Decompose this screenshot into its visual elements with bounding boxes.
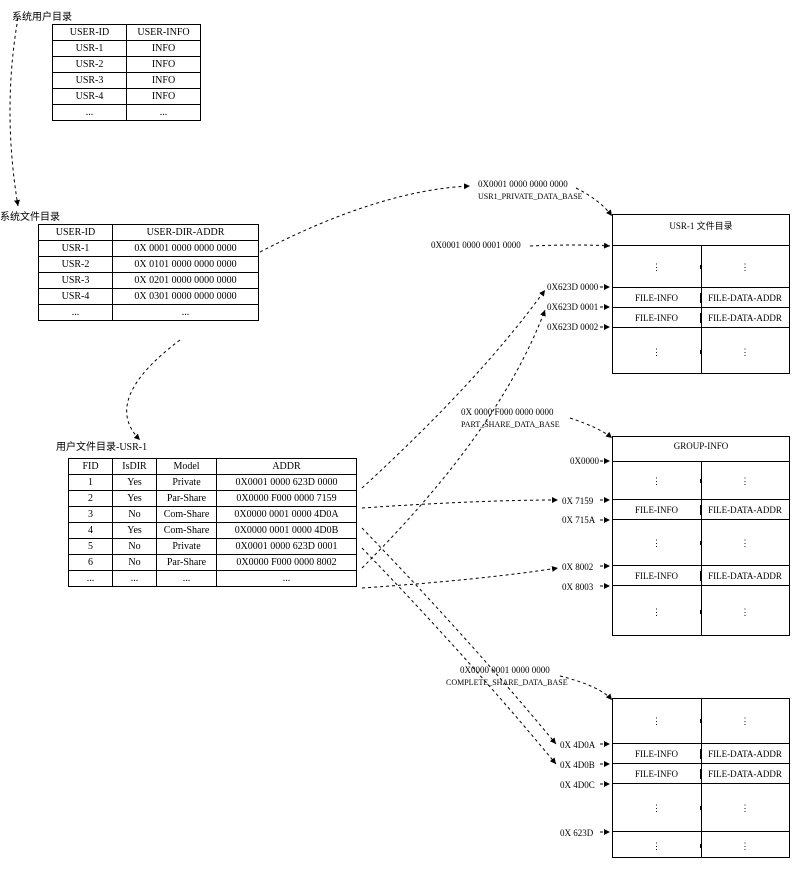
addr-ps-8003: 0X 8003 (562, 582, 593, 592)
table-row: USR-30X 0201 0000 0000 0000 (39, 273, 259, 289)
file-data-addr-cell: FILE-DATA-ADDR (701, 571, 789, 581)
file-info-cell: FILE-INFO (613, 505, 701, 515)
file-data-addr-cell: FILE-DATA-ADDR (701, 505, 789, 515)
vdots-icon: ⋮ (701, 541, 789, 545)
addr-complete-share-lbl: COMPLETE_SHARE_DATA_BASE (446, 678, 568, 687)
addr-cs-4d0c: 0X 4D0C (560, 780, 595, 790)
vdots-icon: ⋮ (613, 265, 701, 269)
addr-usr1-base-lbl: USR1_PRIVATE_DATA_BASE (478, 192, 583, 201)
vdots-icon: ⋮ (701, 610, 789, 614)
table-row: USR-3INFO (53, 73, 201, 89)
complete-share-data-block: ⋮⋮ FILE-INFOFILE-DATA-ADDR FILE-INFOFILE… (612, 698, 790, 858)
table-row: USR-4INFO (53, 89, 201, 105)
table-row: ...... (39, 305, 259, 321)
table-row: 1YesPrivate0X0001 0000 623D 0000 (69, 475, 357, 491)
addr-ps-8002: 0X 8002 (562, 562, 593, 572)
file-info-cell: FILE-INFO (613, 749, 701, 759)
usr1-data-block: USR-1 文件目录 ⋮⋮ FILE-INFOFILE-DATA-ADDR FI… (612, 214, 790, 374)
vdots-icon: ⋮ (613, 541, 701, 545)
addr-x623d-0: 0X623D 0000 (547, 282, 598, 292)
vdots-icon: ⋮ (613, 719, 701, 723)
file-data-addr-cell: FILE-DATA-ADDR (701, 293, 789, 303)
col-user-info: USER-INFO (127, 25, 201, 41)
vdots-icon: ⋮ (701, 719, 789, 723)
table-row: USR-1INFO (53, 41, 201, 57)
vdots-icon: ⋮ (701, 265, 789, 269)
col-fid: FID (69, 459, 113, 475)
table-row: USR-2INFO (53, 57, 201, 73)
vdots-icon: ⋮ (613, 806, 701, 810)
col-user-id: USER-ID (39, 225, 113, 241)
usr1-file-dir-title: 用户文件目录-USR-1 (56, 438, 147, 453)
addr-x623d-1: 0X623D 0001 (547, 302, 598, 312)
sys-file-dir-title: 系统文件目录 (0, 208, 60, 223)
col-model: Model (157, 459, 217, 475)
addr-part-share-hex: 0X 0000 F000 0000 0000 (461, 407, 554, 417)
addr-ps-0: 0X0000 (570, 456, 599, 466)
file-data-addr-cell: FILE-DATA-ADDR (701, 769, 789, 779)
vdots-icon: ⋮ (613, 610, 701, 614)
part-share-data-block: GROUP-INFO ⋮⋮ FILE-INFOFILE-DATA-ADDR ⋮⋮… (612, 436, 790, 636)
file-data-addr-cell: FILE-DATA-ADDR (701, 749, 789, 759)
file-info-cell: FILE-INFO (613, 571, 701, 581)
vdots-icon: ⋮ (701, 350, 789, 354)
file-info-cell: FILE-INFO (613, 293, 701, 303)
file-data-addr-cell: FILE-DATA-ADDR (701, 313, 789, 323)
vdots-icon: ⋮ (613, 350, 701, 354)
sys-file-dir-table: USER-IDUSER-DIR-ADDR USR-10X 0001 0000 0… (38, 224, 259, 321)
table-row: 4YesCom-Share0X0000 0001 0000 4D0B (69, 523, 357, 539)
user-dir-title: 系统用户目录 (12, 8, 72, 23)
addr-x623d-2: 0X623D 0002 (547, 322, 598, 332)
addr-ps-715a: 0X 715A (562, 515, 595, 525)
col-addr: ADDR (217, 459, 357, 475)
vdots-icon: ⋮ (701, 806, 789, 810)
col-isdir: IsDIR (113, 459, 157, 475)
vdots-icon: ⋮ (701, 479, 789, 483)
vdots-icon: ⋮ (613, 844, 701, 848)
col-user-dir-addr: USER-DIR-ADDR (113, 225, 259, 241)
addr-cs-623d: 0X 623D (560, 828, 593, 838)
addr-complete-share-hex: 0X0000 0001 0000 0000 (460, 665, 550, 675)
addr-usr1-base-hex: 0X0001 0000 0000 0000 (478, 179, 568, 189)
addr-cs-4d0a: 0X 4D0A (560, 740, 595, 750)
addr-cs-4d0b: 0X 4D0B (560, 760, 595, 770)
usr1-file-dir-table: FID IsDIR Model ADDR 1YesPrivate0X0001 0… (68, 458, 357, 587)
vdots-icon: ⋮ (701, 844, 789, 848)
table-row: USR-20X 0101 0000 0000 0000 (39, 257, 259, 273)
table-row: ...... (53, 105, 201, 121)
table-row: 2YesPar-Share0X0000 F000 0000 7159 (69, 491, 357, 507)
table-row: 3NoCom-Share0X0000 0001 0000 4D0A (69, 507, 357, 523)
addr-ps-7159: 0X 7159 (562, 496, 593, 506)
usr1-block-title: USR-1 文件目录 (613, 215, 789, 236)
vdots-icon: ⋮ (613, 479, 701, 483)
addr-part-share-lbl: PART_SHARE_DATA_BASE (461, 420, 560, 429)
addr-usr1-off: 0X0001 0000 0001 0000 (431, 240, 521, 250)
group-info-title: GROUP-INFO (613, 437, 789, 455)
file-info-cell: FILE-INFO (613, 313, 701, 323)
file-info-cell: FILE-INFO (613, 769, 701, 779)
table-row: ............ (69, 571, 357, 587)
col-user-id: USER-ID (53, 25, 127, 41)
table-row: USR-40X 0301 0000 0000 0000 (39, 289, 259, 305)
table-row: 5NoPrivate0X0001 0000 623D 0001 (69, 539, 357, 555)
user-dir-table: USER-IDUSER-INFO USR-1INFO USR-2INFO USR… (52, 24, 201, 121)
table-row: 6NoPar-Share0X0000 F000 0000 8002 (69, 555, 357, 571)
table-row: USR-10X 0001 0000 0000 0000 (39, 241, 259, 257)
